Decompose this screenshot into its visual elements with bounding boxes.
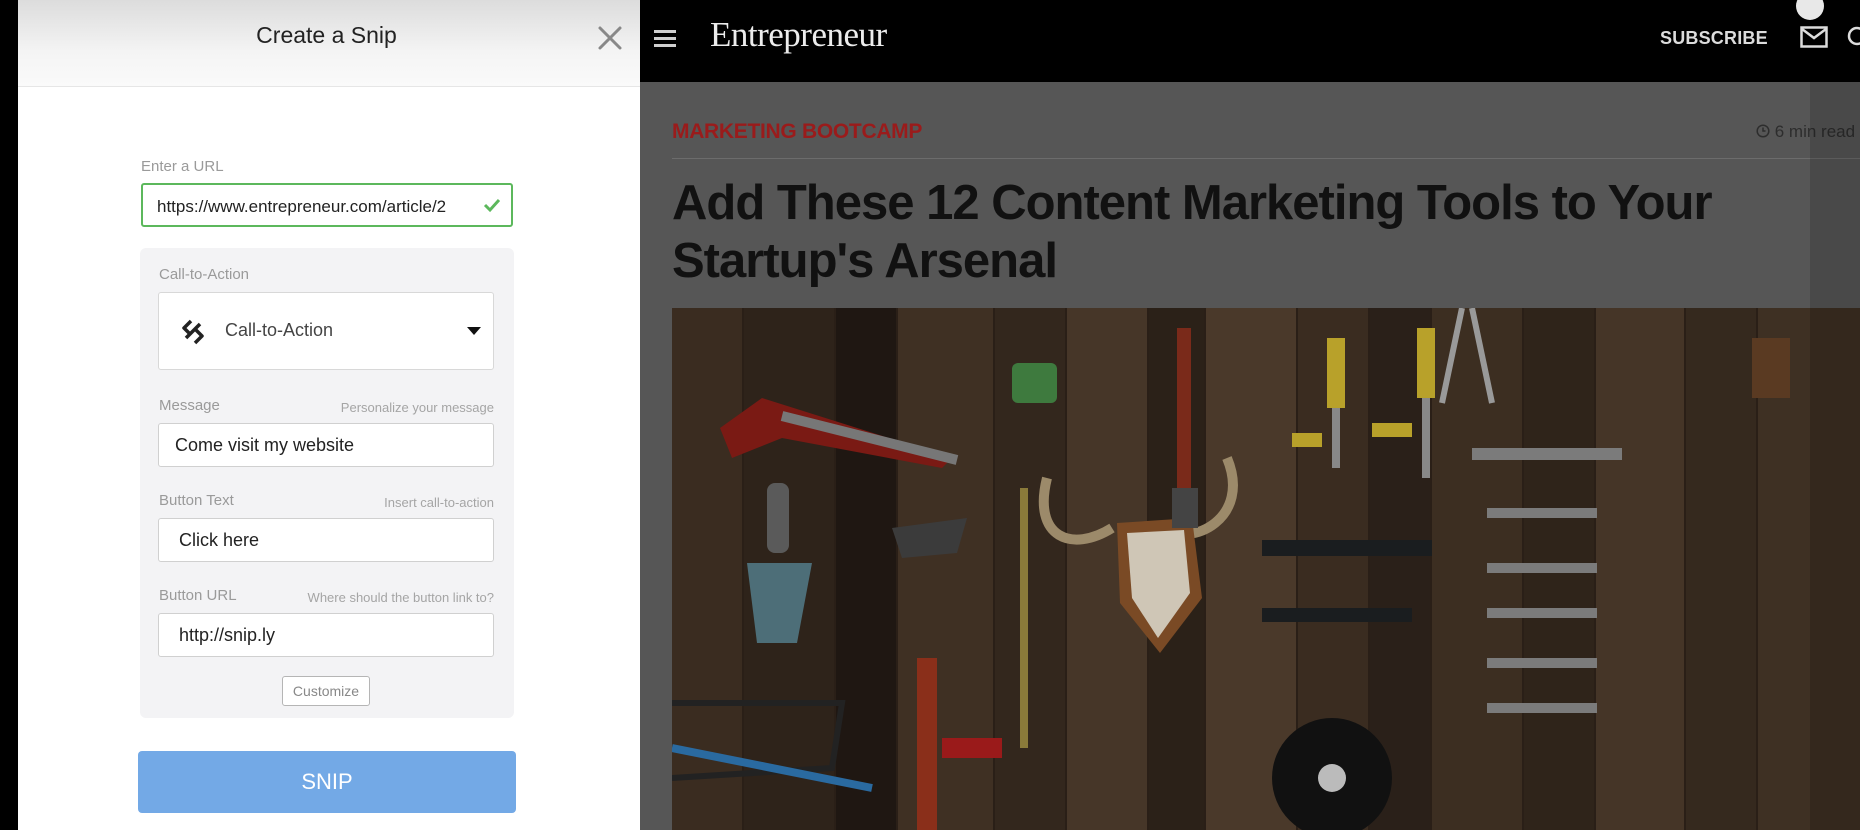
subscribe-link[interactable]: SUBSCRIBE (1660, 28, 1768, 49)
category-link[interactable]: MARKETING BOOTCAMP (672, 120, 922, 144)
snip-title: Create a Snip (256, 22, 397, 48)
button-url-hint: Where should the button link to? (307, 590, 494, 605)
cta-select[interactable]: Call-to-Action (158, 292, 494, 370)
search-icon[interactable] (1845, 26, 1860, 50)
button-text-hint: Insert call-to-action (384, 495, 494, 510)
button-url-field[interactable]: http://snip.ly (158, 613, 494, 657)
article-area: MARKETING BOOTCAMP 6 min read Add These … (640, 82, 1860, 830)
check-icon (483, 198, 501, 213)
snip-header: Create a Snip (18, 0, 640, 87)
snip-panel: Create a Snip Enter a URL https://www.en… (18, 0, 640, 830)
button-text-field[interactable]: Click here (158, 518, 494, 562)
mail-icon[interactable] (1800, 26, 1828, 48)
avatar-icon (1796, 0, 1824, 20)
article-headline: Add These 12 Content Marketing Tools to … (672, 176, 1713, 288)
caret-down-icon (467, 327, 481, 335)
message-field[interactable]: Come visit my website (158, 423, 494, 467)
message-value[interactable]: Come visit my website (175, 435, 354, 456)
read-time-text: 6 min read (1774, 122, 1856, 141)
url-value[interactable]: https://www.entrepreneur.com/article/2 (157, 197, 475, 217)
customize-button[interactable]: Customize (282, 676, 370, 706)
button-url-label: Button URL (159, 587, 237, 604)
cta-select-value: Call-to-Action (225, 320, 334, 340)
divider (672, 158, 1860, 159)
clock-icon (1756, 124, 1770, 138)
button-text-label: Button Text (159, 492, 234, 509)
button-text-value[interactable]: Click here (179, 530, 259, 551)
hero-image (672, 308, 1860, 830)
hamburger-icon[interactable] (654, 28, 676, 48)
message-label: Message (159, 397, 220, 414)
button-url-value[interactable]: http://snip.ly (179, 625, 275, 646)
message-hint: Personalize your message (340, 400, 494, 415)
url-input[interactable]: https://www.entrepreneur.com/article/2 (141, 183, 513, 227)
url-label: Enter a URL (141, 158, 224, 175)
snip-logo-icon (182, 319, 204, 345)
site-logo[interactable]: Entrepreneur (710, 15, 887, 55)
cta-label: Call-to-Action (159, 266, 250, 283)
snip-button[interactable]: SNIP (138, 751, 516, 813)
site-header: Entrepreneur SUBSCRIBE (640, 0, 1860, 82)
close-icon[interactable] (592, 20, 628, 56)
read-time: 6 min read (1756, 122, 1855, 142)
